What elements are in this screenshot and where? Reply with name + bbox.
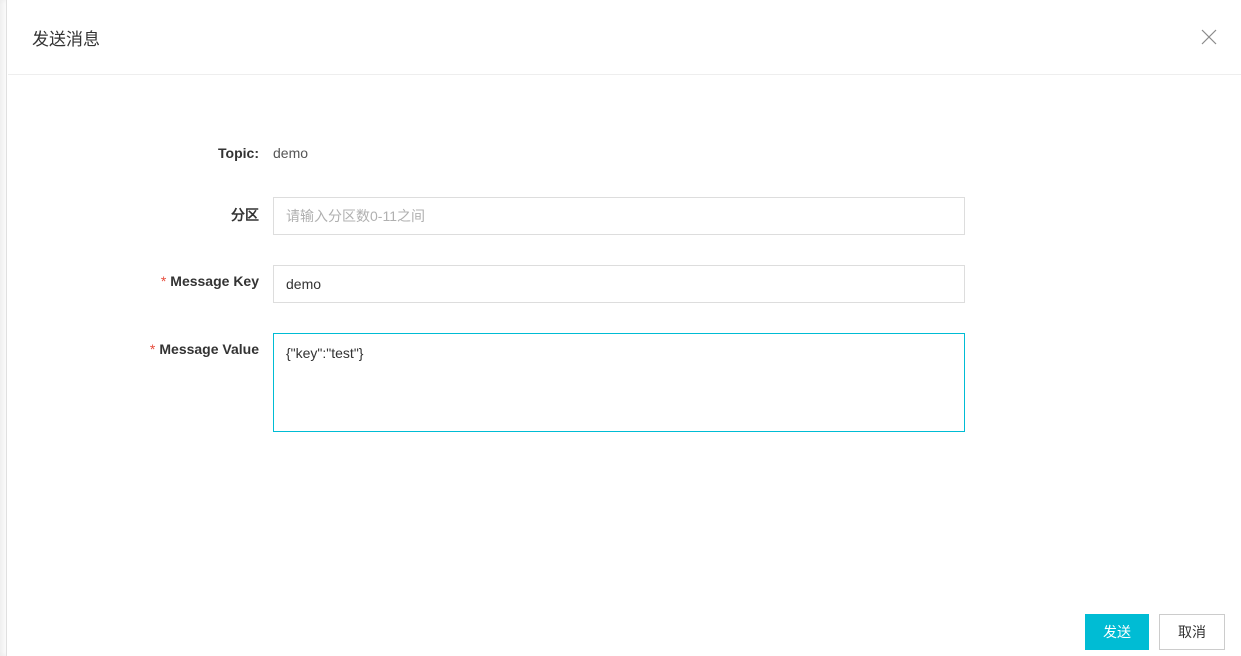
form-row-topic: Topic: demo [8, 145, 1241, 161]
message-value-label-text: Message Value [159, 341, 259, 357]
topic-value: demo [273, 145, 308, 161]
modal-left-shadow [0, 0, 7, 656]
topic-label: Topic: [8, 145, 273, 161]
message-value-label: *Message Value [8, 333, 273, 357]
cancel-button[interactable]: 取消 [1159, 614, 1225, 650]
message-value-input[interactable] [273, 333, 965, 432]
partition-input[interactable] [273, 197, 965, 235]
submit-button[interactable]: 发送 [1085, 614, 1149, 650]
modal-footer: 发送 取消 [8, 608, 1241, 656]
form-row-message-key: *Message Key [8, 265, 1241, 303]
modal-title: 发送消息 [32, 25, 100, 50]
message-key-input[interactable] [273, 265, 965, 303]
required-marker: * [161, 273, 166, 289]
modal-body: Topic: demo 分区 *Message Key *Message Val… [8, 75, 1241, 435]
message-key-label-text: Message Key [170, 273, 259, 289]
form-row-message-value: *Message Value [8, 333, 1241, 435]
form-row-partition: 分区 [8, 197, 1241, 235]
send-message-modal: 发送消息 Topic: demo 分区 *Message Key [8, 0, 1241, 656]
modal-header: 发送消息 [8, 0, 1241, 75]
close-icon[interactable] [1201, 29, 1217, 45]
required-marker: * [150, 341, 155, 357]
message-key-label: *Message Key [8, 265, 273, 289]
partition-label: 分区 [8, 197, 273, 225]
